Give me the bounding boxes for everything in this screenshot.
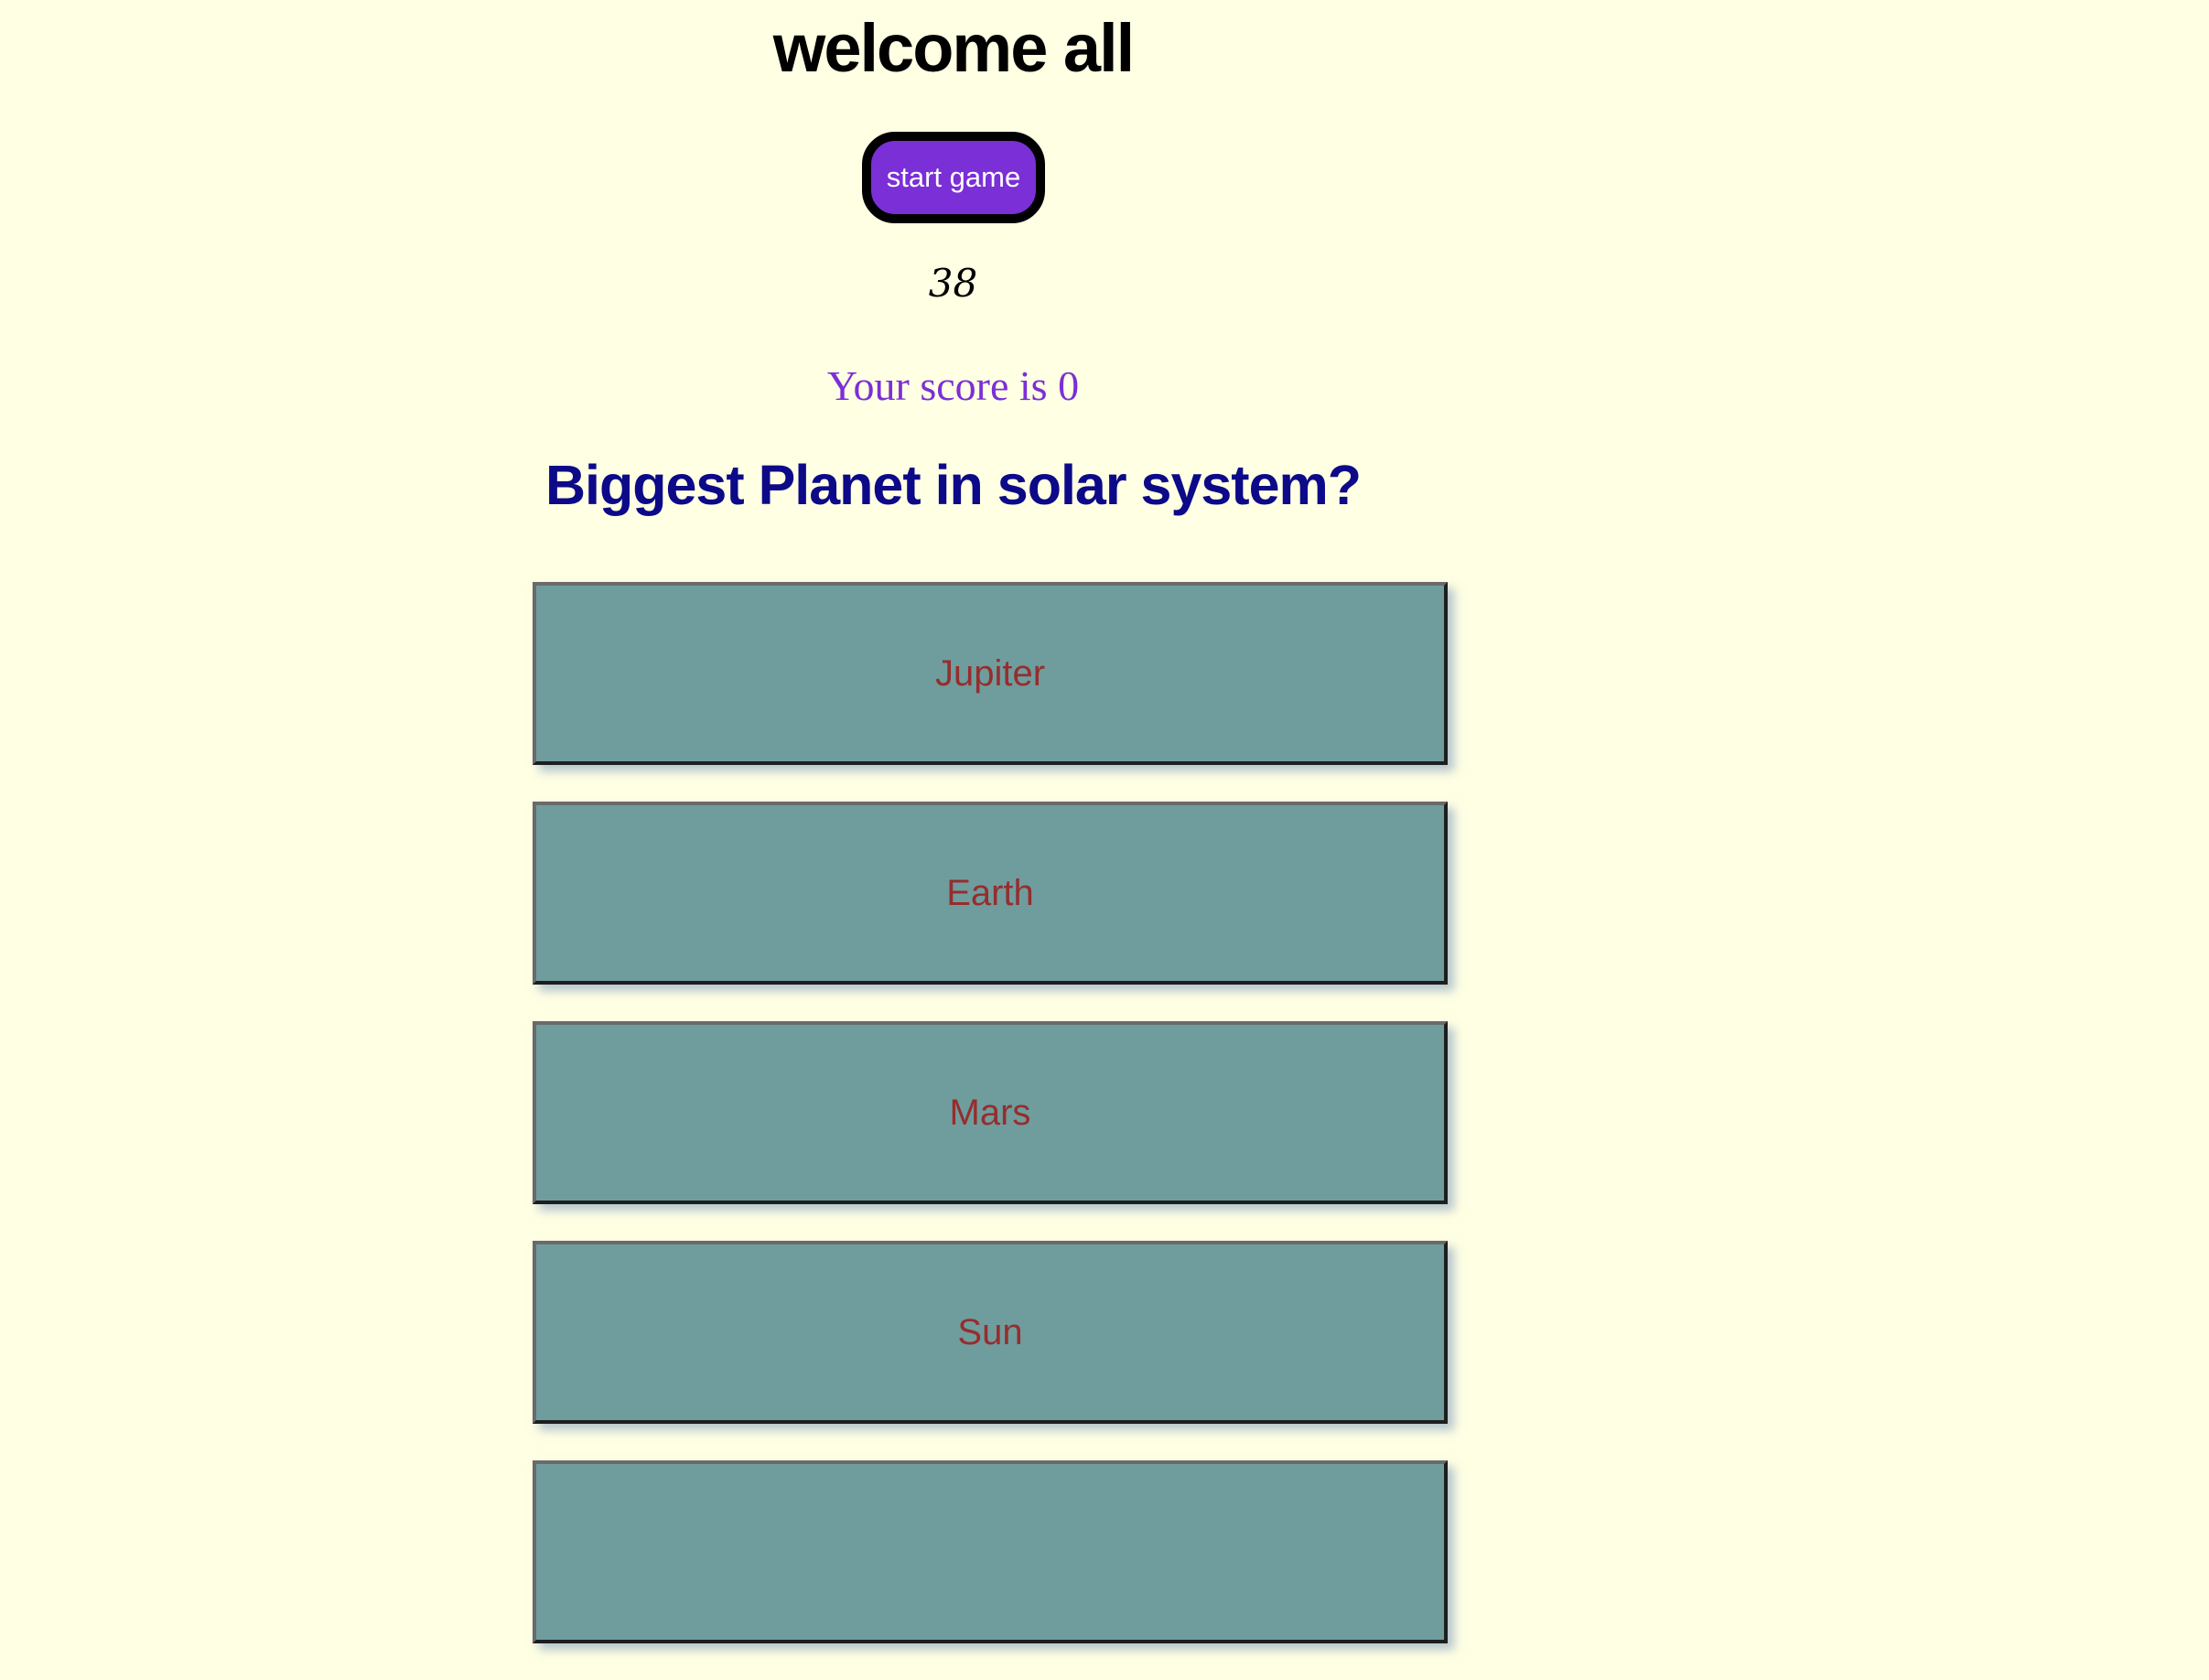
answer-option-jupiter[interactable]: Jupiter xyxy=(533,582,1448,765)
answer-option-5[interactable] xyxy=(533,1460,1448,1643)
question-text: Biggest Planet in solar system? xyxy=(544,454,1362,516)
score-text: Your score is 0 xyxy=(826,362,1080,409)
answer-options: Jupiter Earth Mars Sun xyxy=(533,582,1448,1680)
countdown-timer: 38 xyxy=(928,261,978,306)
answer-option-sun[interactable]: Sun xyxy=(533,1241,1448,1424)
page-title: welcome all xyxy=(772,10,1135,86)
answer-option-earth[interactable]: Earth xyxy=(533,802,1448,985)
start-game-button[interactable]: start game xyxy=(862,132,1045,223)
answer-option-mars[interactable]: Mars xyxy=(533,1021,1448,1204)
